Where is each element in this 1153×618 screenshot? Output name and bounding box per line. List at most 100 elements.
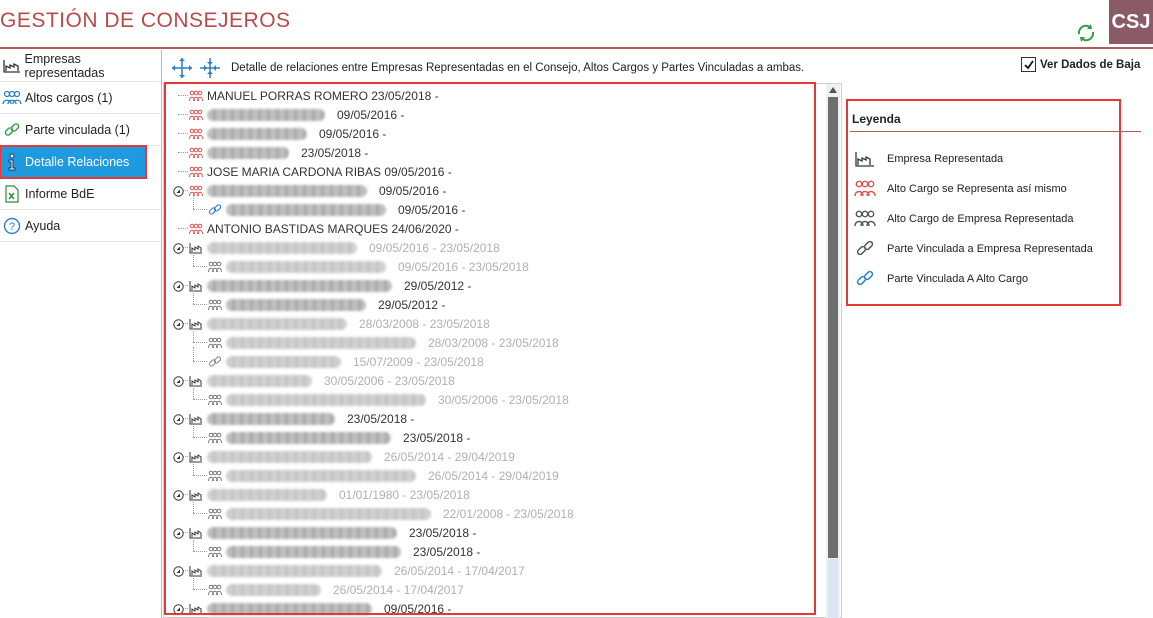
- tree-expander-icon[interactable]: [172, 603, 184, 615]
- tree-expander-icon[interactable]: [172, 413, 184, 425]
- tree-node[interactable]: 26/05/2014 - 17/04/2017: [189, 561, 525, 580]
- tree-expander-icon[interactable]: [172, 489, 184, 501]
- tree-node-text: 01/01/1980 - 23/05/2018: [339, 487, 470, 502]
- tree-node[interactable]: 30/05/2006 - 23/05/2018: [208, 390, 569, 409]
- people-red-icon: [189, 89, 203, 103]
- tree-expander-icon[interactable]: [172, 565, 184, 577]
- legend-item-alto-cargo-self: Alto Cargo se Representa así mismo: [854, 179, 1067, 199]
- people-gray-icon: [208, 393, 222, 407]
- tree-connector: [193, 195, 194, 209]
- tree-node[interactable]: 09/05/2016 - 23/05/2018: [189, 238, 500, 257]
- tree-node[interactable]: MANUEL PORRAS ROMERO 23/05/2018 -: [189, 86, 439, 105]
- tree-expander-icon[interactable]: [172, 185, 184, 197]
- sidebar-item-empresas-representadas[interactable]: Empresas representadas: [0, 50, 161, 82]
- tree-node-text: 09/05/2016 -: [319, 126, 387, 141]
- tree-connector: [193, 290, 194, 304]
- sidebar-item-label: Informe BdE: [25, 186, 95, 201]
- factory-chart-icon: [189, 279, 203, 293]
- tree-node-text: 09/05/2016 - 23/05/2018: [398, 259, 529, 274]
- scroll-up-icon[interactable]: [826, 84, 840, 96]
- tree-connector: [178, 133, 188, 134]
- tree-expander-icon[interactable]: [172, 280, 184, 292]
- people-gray-icon: [208, 583, 222, 597]
- tree-node[interactable]: 30/05/2006 - 23/05/2018: [189, 371, 455, 390]
- sidebar-item-informe-bde[interactable]: Informe BdE: [0, 178, 161, 210]
- tree-node[interactable]: 26/05/2014 - 17/04/2017: [208, 580, 464, 599]
- expand-arrows-icon[interactable]: [170, 56, 194, 80]
- csj-logo: CSJ: [1109, 0, 1153, 44]
- people-red-icon: [189, 165, 203, 179]
- redacted-name: [226, 298, 366, 311]
- tree-expander-icon[interactable]: [172, 375, 184, 387]
- sidebar-item-ayuda[interactable]: ? Ayuda: [0, 210, 161, 242]
- tree-scrollbar[interactable]: [826, 84, 840, 618]
- tree-node[interactable]: 09/05/2016 - 23/05/2018: [208, 257, 529, 276]
- toolbar: Detalle de relaciones entre Empresas Rep…: [170, 55, 804, 81]
- factory-chart-icon: [854, 149, 876, 169]
- tree-expander-icon[interactable]: [172, 527, 184, 539]
- tree-node[interactable]: 26/05/2014 - 29/04/2019: [208, 466, 559, 485]
- tree-node[interactable]: 29/05/2012 -: [208, 295, 445, 314]
- tree-node-text: JOSE MARIA CARDONA RIBAS 09/05/2016 -: [207, 164, 452, 179]
- factory-chart-icon: [189, 317, 203, 331]
- redacted-name: [226, 583, 321, 596]
- tree-node[interactable]: 23/05/2018 -: [189, 143, 368, 162]
- tree-node[interactable]: 09/05/2016 -: [208, 200, 465, 219]
- chain-link-icon: [2, 120, 22, 140]
- legend-item-parte-vinculada-empresa: Parte Vinculada a Empresa Representada: [854, 239, 1093, 259]
- people-red-icon: [189, 108, 203, 122]
- sidebar-item-detalle-relaciones[interactable]: Detalle Relaciones: [0, 145, 147, 179]
- tree-node[interactable]: 09/05/2016 -: [189, 124, 386, 143]
- sidebar-item-label: Altos cargos (1): [25, 90, 113, 105]
- redacted-name: [226, 545, 401, 558]
- tree-node[interactable]: 28/03/2008 - 23/05/2018: [208, 333, 559, 352]
- tree-node[interactable]: 01/01/1980 - 23/05/2018: [189, 485, 470, 504]
- tree-expander-icon[interactable]: [172, 242, 184, 254]
- chain-link-blue-icon: [854, 269, 876, 289]
- refresh-icon[interactable]: [1074, 22, 1098, 44]
- tree-node-text: 30/05/2006 - 23/05/2018: [438, 392, 569, 407]
- tree-node[interactable]: 15/07/2009 - 23/05/2018: [208, 352, 484, 371]
- tree-node[interactable]: JOSE MARIA CARDONA RIBAS 09/05/2016 -: [189, 162, 452, 181]
- tree-connector: [178, 95, 188, 96]
- tree-node[interactable]: 23/05/2018 -: [189, 523, 476, 542]
- redacted-name: [207, 127, 307, 140]
- tree-node-text: MANUEL PORRAS ROMERO 23/05/2018 -: [207, 88, 439, 103]
- people-gray-icon: [208, 336, 222, 350]
- tree-node[interactable]: 09/05/2016 -: [189, 599, 451, 617]
- tree-node[interactable]: 23/05/2018 -: [208, 428, 470, 447]
- redacted-name: [226, 355, 341, 368]
- tree-node[interactable]: 22/01/2008 - 23/05/2018: [208, 504, 574, 523]
- sidebar-item-altos-cargos[interactable]: Altos cargos (1): [0, 82, 161, 114]
- checkmark-icon: [1023, 59, 1034, 69]
- tree-node-text: 09/05/2016 -: [337, 107, 405, 122]
- legend-label: Empresa Representada: [887, 153, 1004, 165]
- collapse-arrows-icon[interactable]: [198, 56, 222, 80]
- tree-node-text: 23/05/2018 -: [413, 544, 481, 559]
- checkbox-box[interactable]: [1021, 57, 1036, 72]
- redacted-name: [226, 203, 386, 216]
- tree-expander-icon[interactable]: [172, 451, 184, 463]
- tree-node[interactable]: ANTONIO BASTIDAS MARQUES 24/06/2020 -: [189, 219, 459, 238]
- redacted-name: [207, 450, 372, 463]
- tree-node[interactable]: 23/05/2018 -: [208, 542, 480, 561]
- legend-label: Parte Vinculada A Alto Cargo: [887, 273, 1029, 285]
- tree-node[interactable]: 09/05/2016 -: [189, 181, 446, 200]
- tree-connector: [178, 114, 188, 115]
- ver-dados-baja-checkbox[interactable]: Ver Dados de Baja: [1021, 57, 1140, 72]
- tree-node[interactable]: 26/05/2014 - 29/04/2019: [189, 447, 515, 466]
- tree-node[interactable]: 23/05/2018 -: [189, 409, 414, 428]
- tree-connector: [193, 575, 194, 589]
- redacted-name: [226, 260, 386, 273]
- tree-expander-icon[interactable]: [172, 318, 184, 330]
- help-icon: ?: [2, 216, 22, 236]
- sidebar-item-parte-vinculada[interactable]: Parte vinculada (1): [0, 114, 161, 146]
- scroll-track[interactable]: [828, 559, 838, 618]
- tree-node[interactable]: 09/05/2016 -: [189, 105, 404, 124]
- tree-node[interactable]: 29/05/2012 -: [189, 276, 471, 295]
- tree-node-text: 09/05/2016 -: [379, 183, 447, 198]
- scroll-thumb[interactable]: [828, 97, 838, 558]
- tree-node-text: 23/05/2018 -: [301, 145, 369, 160]
- relations-tree[interactable]: MANUEL PORRAS ROMERO 23/05/2018 - 09/05/2…: [163, 83, 842, 618]
- tree-node[interactable]: 28/03/2008 - 23/05/2018: [189, 314, 490, 333]
